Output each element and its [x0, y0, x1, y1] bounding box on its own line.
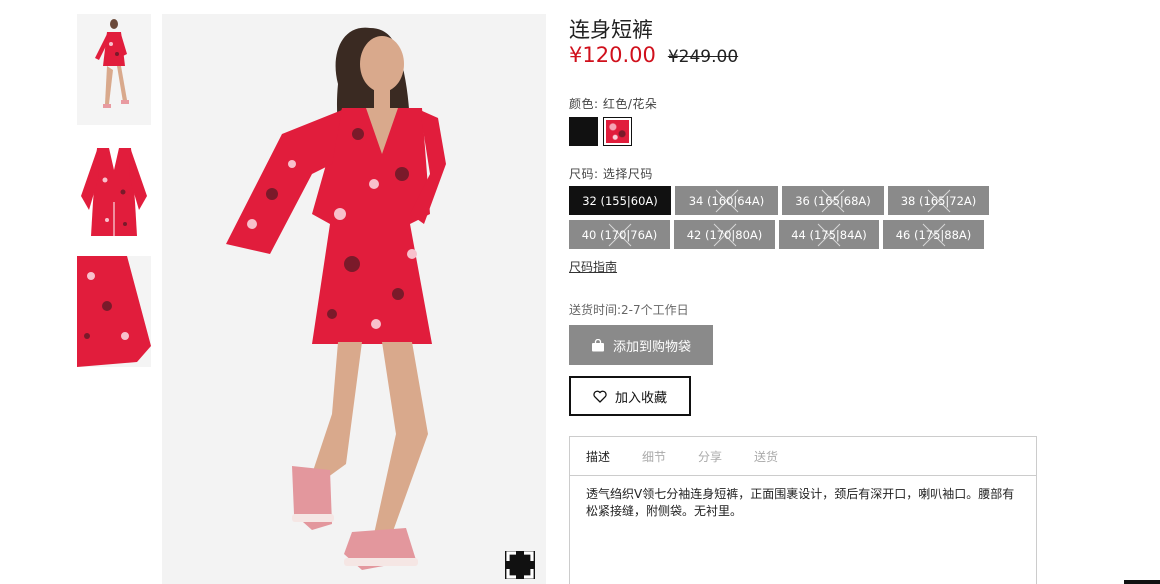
original-price: ¥249.00	[667, 47, 739, 67]
color-swatch-floral-red[interactable]	[603, 117, 632, 146]
size-option-label: 34 (160|64A)	[688, 193, 765, 208]
size-guide-link[interactable]: 尺码指南	[569, 258, 617, 275]
tab-delivery[interactable]: 送货	[754, 448, 778, 465]
size-option-label: 40 (170|76A)	[581, 227, 658, 242]
add-to-bag-button[interactable]: 添加到购物袋	[569, 325, 713, 365]
size-option-label: 42 (170|80A)	[686, 227, 763, 242]
color-label: 颜色: 红色/花朵	[569, 97, 658, 111]
size-option-40[interactable]: 40 (170|76A)	[569, 220, 670, 249]
add-to-favorites-button[interactable]: 加入收藏	[569, 376, 691, 416]
shopping-bag-icon	[591, 338, 604, 351]
tab-share[interactable]: 分享	[698, 448, 722, 465]
size-option-42[interactable]: 42 (170|80A)	[674, 220, 775, 249]
size-option-38[interactable]: 38 (165|72A)	[888, 186, 989, 215]
product-thumbnail-image	[77, 256, 151, 367]
floral-pattern	[606, 120, 629, 143]
size-option-32[interactable]: 32 (155|60A)	[569, 186, 671, 215]
thumbnail-detail[interactable]	[77, 256, 151, 367]
product-thumbnail-image	[77, 140, 151, 251]
description-text: 透气绉织V领七分袖连身短裤，正面围裹设计，颈后有深开口，喇叭袖口。腰部有松紧接缝…	[586, 487, 1015, 518]
size-label: 尺码: 选择尺码	[569, 167, 653, 181]
heart-icon	[593, 390, 607, 403]
delivery-time: 送货时间:2-7个工作日	[569, 303, 689, 317]
price-row: ¥120.00 ¥249.00	[569, 43, 738, 67]
product-title: 连身短裤	[569, 18, 653, 42]
fullscreen-icon	[506, 551, 534, 579]
size-option-label: 36 (165|68A)	[795, 193, 871, 208]
model-photo	[162, 14, 546, 584]
size-option-36[interactable]: 36 (165|68A)	[782, 186, 884, 215]
size-option-34[interactable]: 34 (160|64A)	[675, 186, 778, 215]
product-thumbnail-image	[77, 14, 151, 125]
size-option-44[interactable]: 44 (175|84A)	[779, 220, 879, 249]
size-option-46[interactable]: 46 (175|88A)	[883, 220, 984, 249]
size-option-label: 44 (175|84A)	[791, 227, 867, 242]
main-product-image[interactable]	[162, 14, 546, 584]
add-to-bag-label: 添加到购物袋	[612, 339, 691, 355]
thumbnail-flat-lay[interactable]	[77, 140, 151, 251]
tab-description[interactable]: 描述	[586, 448, 610, 465]
tab-details[interactable]: 细节	[642, 448, 666, 465]
product-info-tabs: 描述 细节 分享 送货 透气绉织V领七分袖连身短裤，正面围裹设计，颈后有深开口，…	[569, 436, 1037, 584]
sale-price: ¥120.00	[569, 43, 656, 67]
size-option-label: 32 (155|60A)	[582, 193, 658, 208]
color-swatch-black[interactable]	[569, 117, 598, 146]
thumbnail-full-look[interactable]	[77, 14, 151, 125]
add-to-favorites-label: 加入收藏	[614, 390, 667, 406]
tab-bar: 描述 细节 分享 送货	[570, 437, 1036, 476]
fullscreen-button[interactable]	[505, 551, 535, 579]
size-option-label: 38 (165|72A)	[900, 193, 977, 208]
corner-bar	[1124, 580, 1160, 584]
size-option-label: 46 (175|88A)	[895, 227, 972, 242]
